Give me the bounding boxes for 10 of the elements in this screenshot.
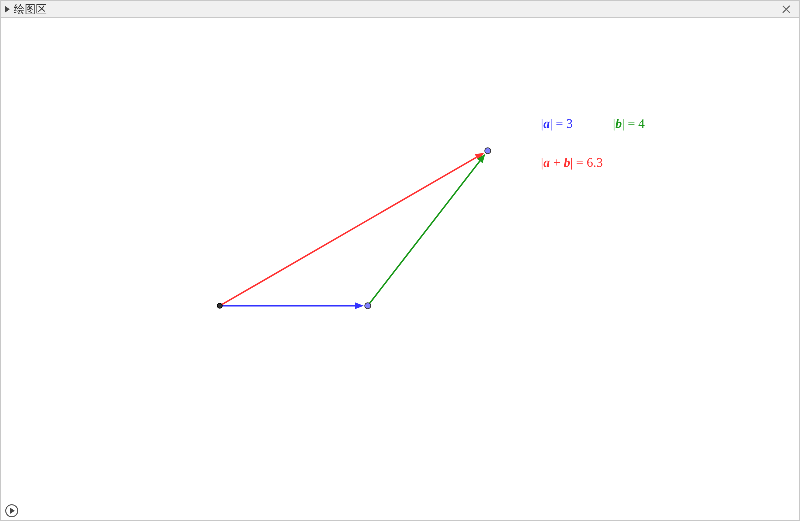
magnitude-label: |a| = 3: [541, 115, 574, 133]
expand-triangle-icon[interactable]: [5, 6, 10, 12]
magnitude-label: |b| = 4: [613, 115, 646, 133]
point[interactable]: [217, 303, 223, 309]
play-icon[interactable]: [5, 504, 19, 518]
point[interactable]: [484, 148, 492, 154]
panel-title: 绘图区: [14, 4, 47, 14]
point[interactable]: [364, 302, 372, 310]
close-icon[interactable]: [782, 4, 791, 14]
magnitude-label: |a + b| = 6.3: [541, 154, 604, 172]
